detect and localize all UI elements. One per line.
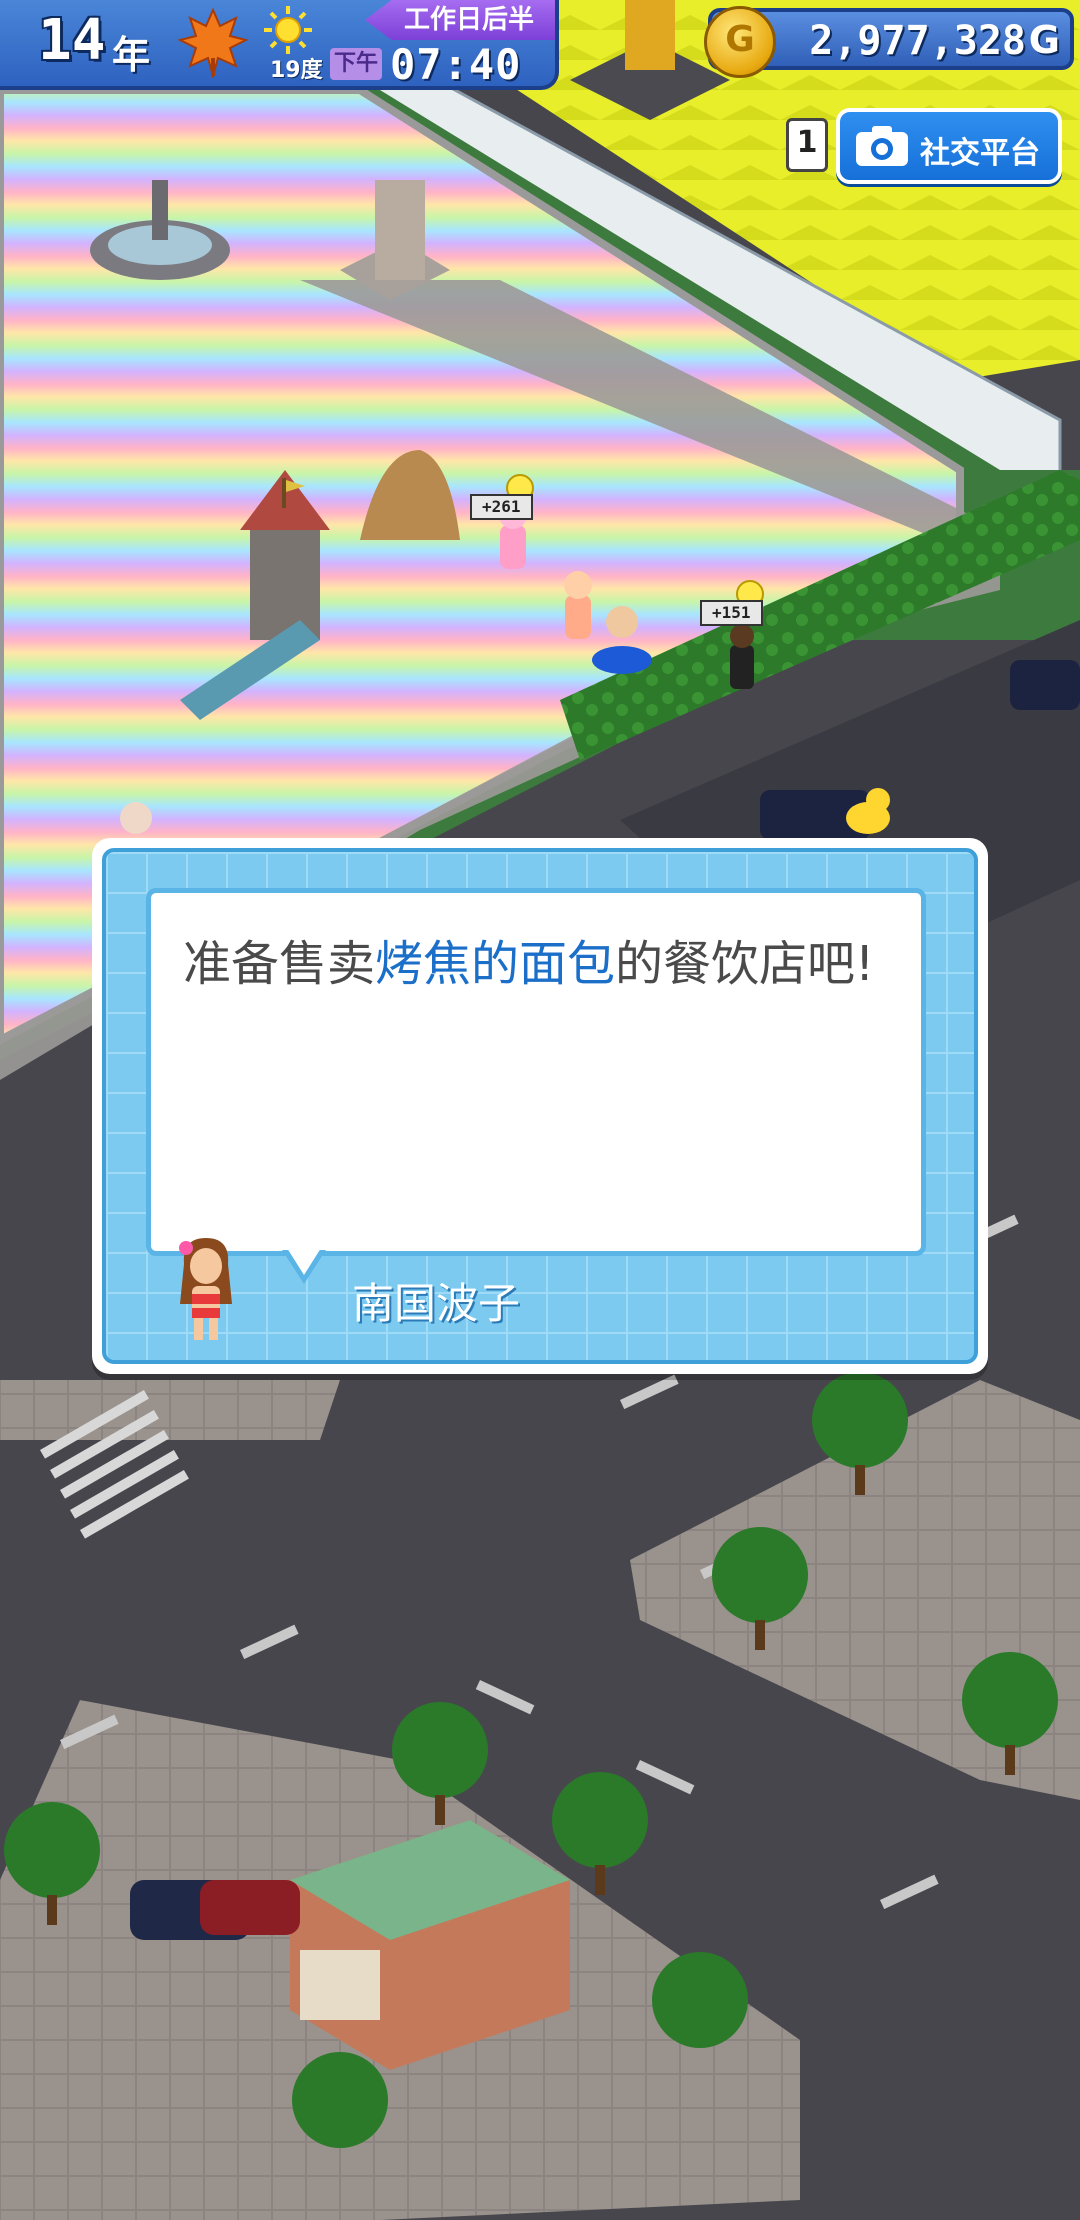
sun-icon [264, 6, 312, 54]
ampm-badge: 下午 [330, 48, 382, 80]
date-panel[interactable]: 14 年 19度 工作日后半 下午 07:40 [0, 0, 559, 90]
temperature: 19度 [270, 58, 323, 83]
year-number: 14 [38, 8, 106, 73]
speech-tail-fill [287, 1248, 321, 1275]
social-platform-button[interactable]: 社交平台 [836, 108, 1062, 184]
notification-count-badge[interactable]: 1 [786, 118, 828, 172]
money-amount: 2,977,328 [809, 18, 1026, 64]
bonus-label: +151 [700, 600, 763, 626]
social-platform-label: 社交平台 [920, 136, 1040, 171]
game-clock: 07:40 [390, 40, 522, 89]
dialog-message: 准备售卖烤焦的面包的餐饮店吧! [146, 888, 926, 1256]
highlighted-item: 烤焦的面包 [375, 936, 616, 992]
money-panel[interactable]: 2,977,328 G [704, 6, 1074, 78]
gold-coin-icon [704, 6, 776, 78]
maple-leaf-icon [178, 8, 248, 78]
advisor-dialog[interactable]: 准备售卖烤焦的面包的餐饮店吧! 南国波子 [92, 838, 988, 1374]
money-unit: G [1028, 18, 1060, 62]
camera-icon [856, 126, 908, 166]
bonus-label: +261 [470, 494, 533, 520]
year-unit: 年 [112, 33, 151, 77]
speaker-portrait [179, 1238, 232, 1340]
day-period-badge: 工作日后半 [365, 0, 555, 40]
speaker-name: 南国波子 [352, 1279, 521, 1328]
message-text: 准备售卖 [183, 936, 376, 992]
message-text: 的餐饮店吧! [615, 936, 875, 992]
